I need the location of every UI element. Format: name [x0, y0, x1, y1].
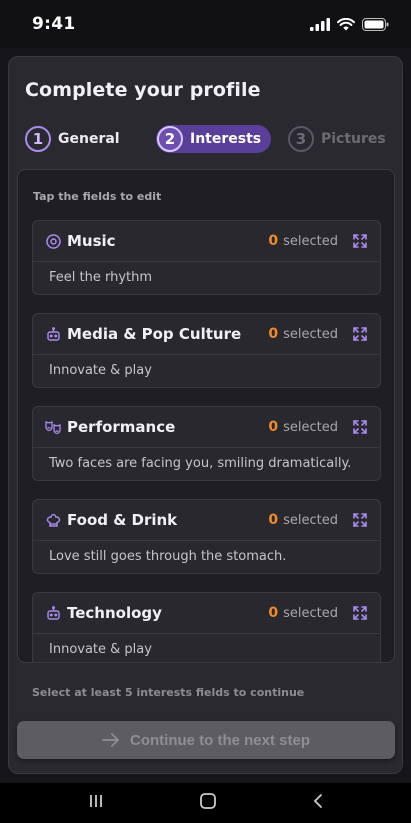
- card-title: Food & Drink: [67, 511, 178, 529]
- status-time: 9:41: [32, 14, 76, 34]
- signal-icon: [310, 17, 330, 31]
- home-icon: [199, 793, 216, 809]
- interest-card-performance[interactable]: Performance 0 selected Two faces are fac…: [32, 406, 381, 481]
- interest-card-media-pop-culture[interactable]: Media & Pop Culture 0 selected Innovate …: [32, 313, 381, 388]
- recent-apps-button[interactable]: [88, 793, 104, 813]
- card-description: Innovate & play: [49, 363, 152, 378]
- vinyl-icon: [45, 233, 61, 249]
- wifi-icon: [337, 17, 355, 30]
- step-label: Interests: [190, 131, 262, 147]
- card-title: Music: [67, 232, 116, 250]
- step-label: Pictures: [321, 131, 386, 147]
- card-description: Feel the rhythm: [49, 270, 153, 285]
- interests-panel[interactable]: Tap the fields to edit Music 0 selected: [17, 169, 395, 663]
- selected-label: selected: [283, 512, 338, 528]
- back-button[interactable]: [312, 793, 324, 813]
- card-header: Technology 0 selected: [33, 593, 380, 634]
- card-title: Performance: [67, 418, 176, 436]
- expand-icon[interactable]: [352, 419, 368, 435]
- card-description: Love still goes through the stomach.: [49, 549, 287, 564]
- selected-count: 0: [268, 512, 279, 528]
- profile-sheet: Complete your profile 1 General 2 Intere…: [8, 56, 403, 774]
- interest-card-music[interactable]: Music 0 selected Feel the rhythm: [32, 220, 381, 295]
- step-pictures[interactable]: 3 Pictures: [288, 125, 396, 153]
- footer-hint: Select at least 5 interests fields to co…: [32, 686, 305, 699]
- selected-label: selected: [283, 605, 338, 621]
- card-description: Innovate & play: [49, 642, 152, 657]
- card-header: Media & Pop Culture 0 selected: [33, 314, 380, 355]
- home-button[interactable]: [199, 792, 217, 814]
- expand-icon[interactable]: [352, 326, 368, 342]
- card-title: Technology: [67, 604, 162, 622]
- selected-label: selected: [283, 326, 338, 342]
- battery-icon: [362, 17, 389, 31]
- selected-label: selected: [283, 233, 338, 249]
- selected-label: selected: [283, 419, 338, 435]
- continue-button-label: Continue to the next step: [130, 731, 310, 749]
- step-interests[interactable]: 2 Interests: [156, 125, 272, 153]
- chef-hat-icon: [45, 512, 61, 528]
- expand-icon[interactable]: [352, 605, 368, 621]
- robot-icon: [45, 326, 61, 342]
- app-screen: Complete your profile 1 General 2 Intere…: [0, 48, 411, 783]
- step-number: 3: [288, 126, 314, 152]
- step-general[interactable]: 1 General: [25, 125, 130, 153]
- theater-masks-icon: [45, 419, 61, 435]
- robot-icon: [45, 605, 61, 621]
- step-number: 2: [157, 126, 183, 152]
- panel-hint: Tap the fields to edit: [33, 190, 162, 203]
- interest-card-food-drink[interactable]: Food & Drink 0 selected Love still goes …: [32, 499, 381, 574]
- card-header: Food & Drink 0 selected: [33, 500, 380, 541]
- card-description: Two faces are facing you, smiling dramat…: [49, 456, 352, 471]
- expand-icon[interactable]: [352, 233, 368, 249]
- interest-card-technology[interactable]: Technology 0 selected Innovate & play: [32, 592, 381, 662]
- expand-icon[interactable]: [352, 512, 368, 528]
- selected-count: 0: [268, 326, 279, 342]
- page-title: Complete your profile: [25, 79, 261, 101]
- recent-apps-icon: [89, 795, 102, 807]
- status-icons: [310, 17, 389, 31]
- card-header: Performance 0 selected: [33, 407, 380, 448]
- selected-count: 0: [268, 233, 279, 249]
- status-bar: 9:41: [0, 0, 411, 48]
- stepper: 1 General 2 Interests 3 Pictures: [25, 125, 386, 155]
- card-header: Music 0 selected: [33, 221, 380, 262]
- card-title: Media & Pop Culture: [67, 325, 242, 343]
- step-number: 1: [25, 126, 51, 152]
- system-nav-bar: [0, 783, 411, 823]
- continue-button[interactable]: Continue to the next step: [17, 721, 395, 759]
- selected-count: 0: [268, 605, 279, 621]
- step-label: General: [58, 131, 120, 147]
- selected-count: 0: [268, 419, 279, 435]
- arrow-right-icon: [102, 733, 119, 747]
- back-chevron-icon: [313, 794, 322, 808]
